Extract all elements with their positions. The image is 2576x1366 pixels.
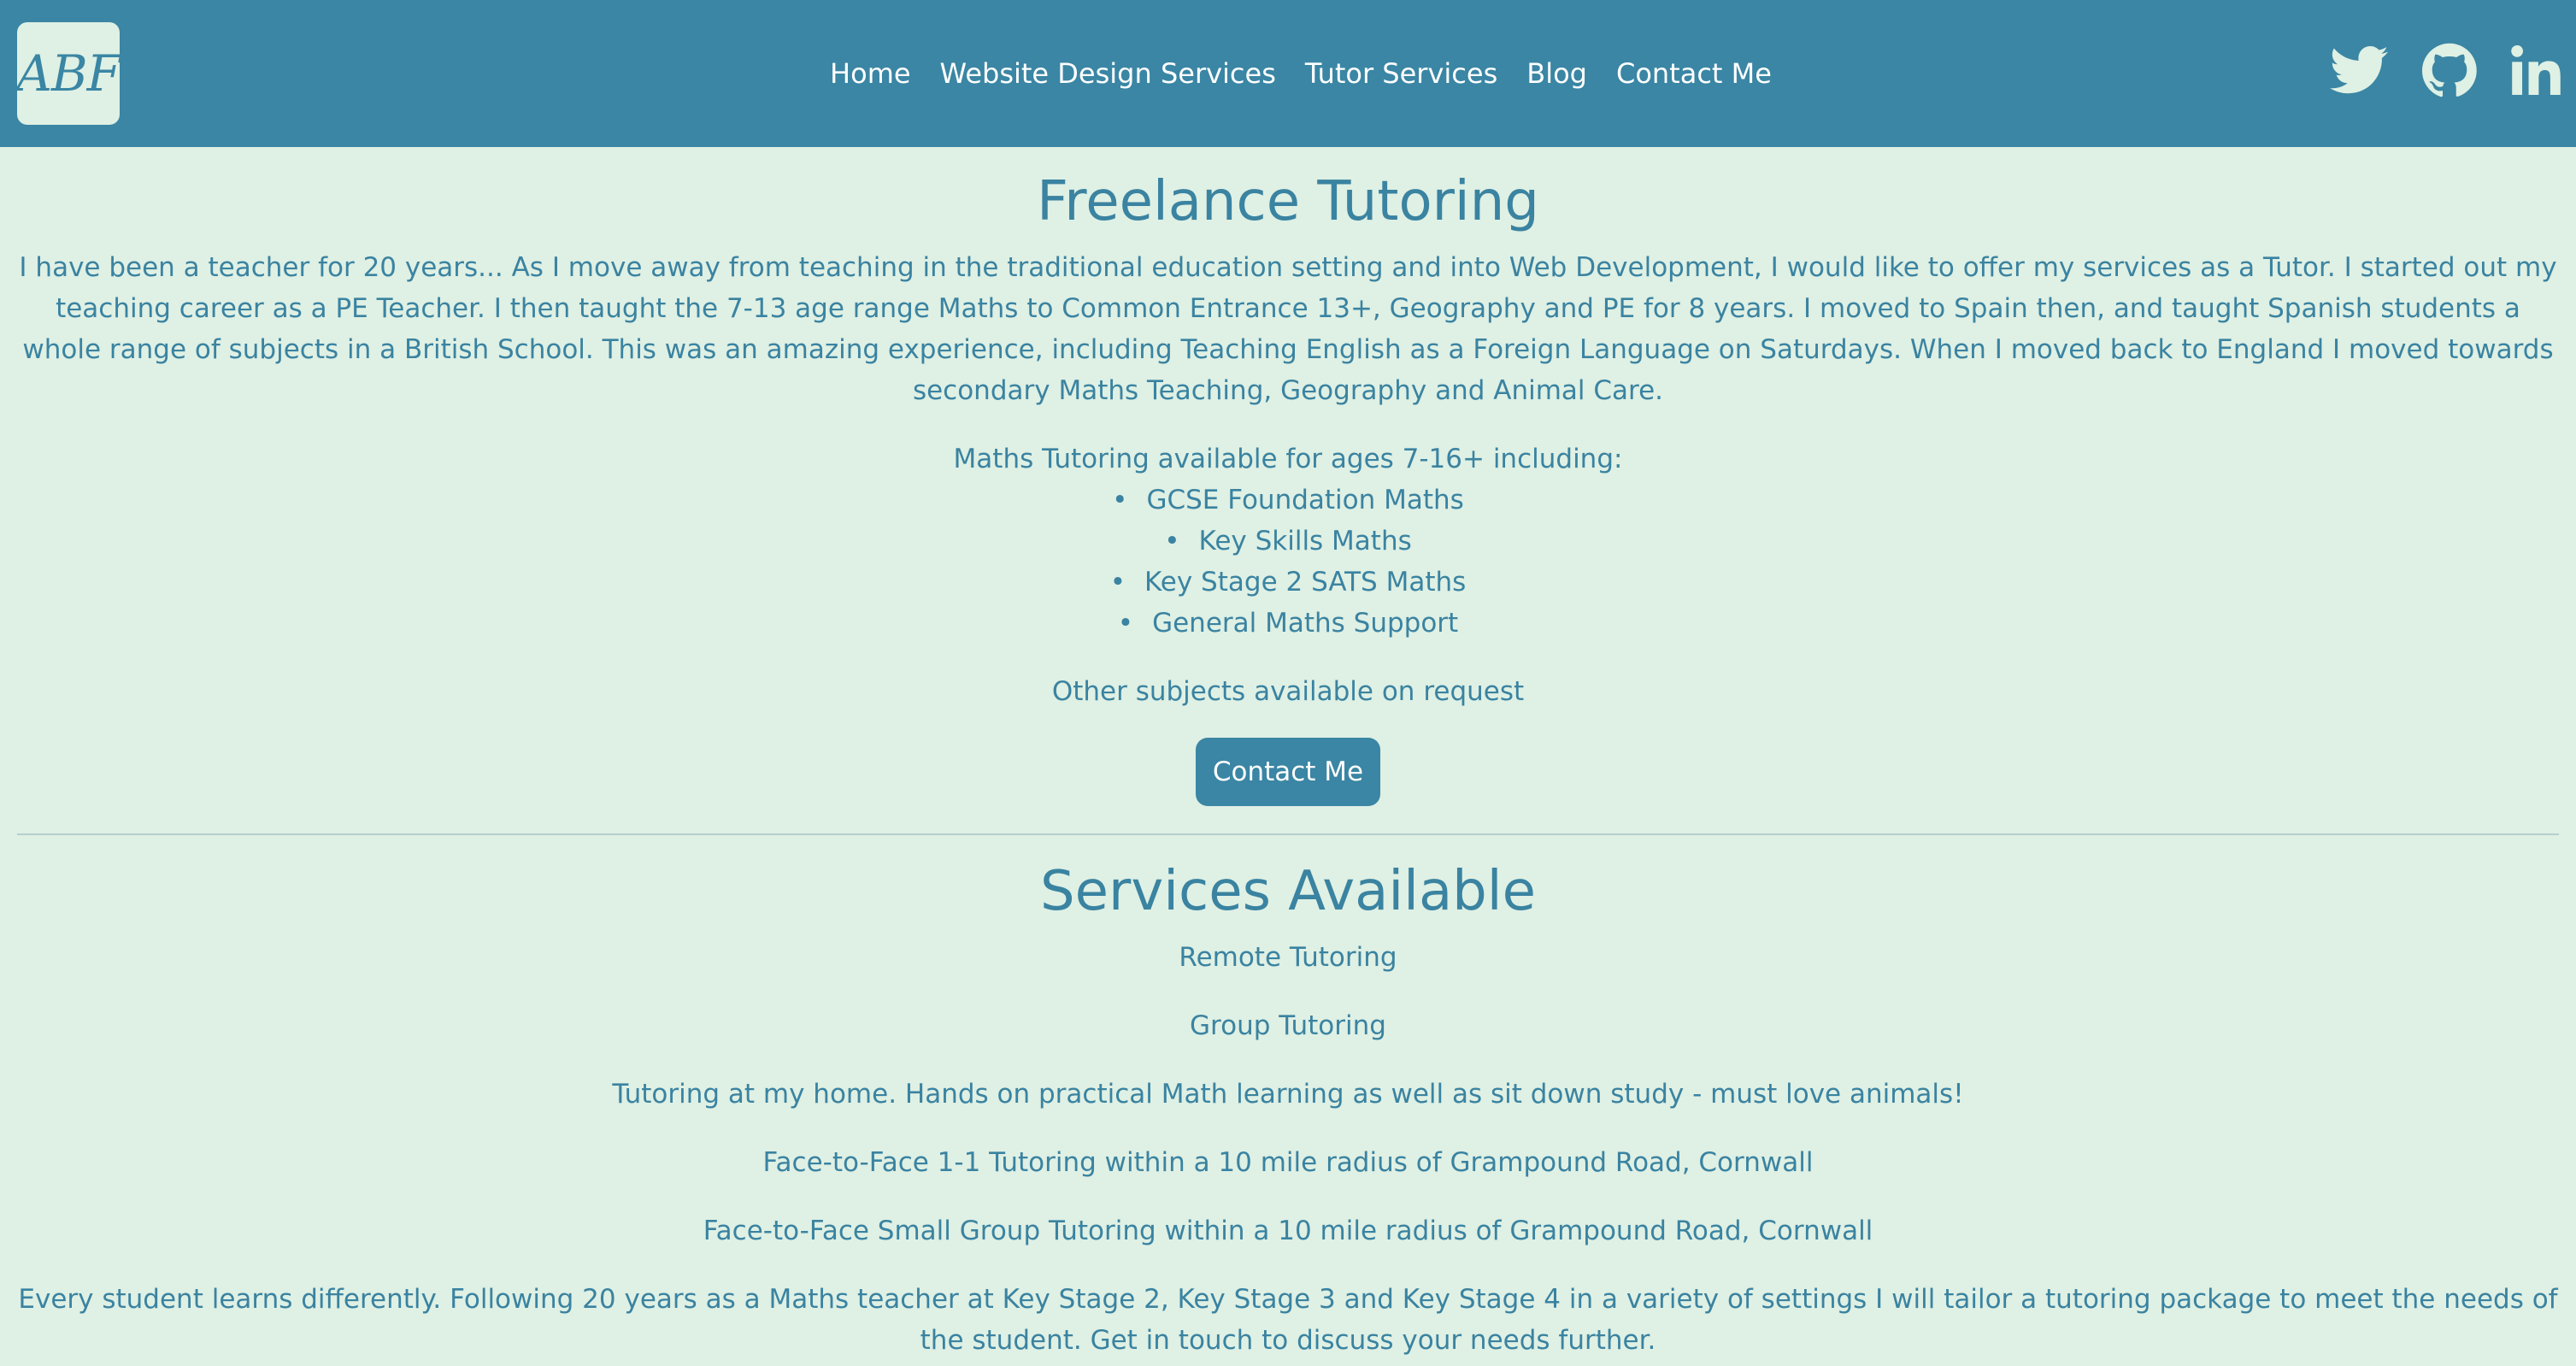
service-item-small-group: Face-to-Face Small Group Tutoring within…	[703, 1215, 1873, 1246]
list-item: • Key Stage 2 SATS Maths	[1109, 566, 1467, 598]
maths-list: • GCSE Foundation Maths • Key Skills Maths…	[17, 480, 2559, 644]
list-item: • General Maths Support	[1117, 607, 1459, 639]
twitter-icon[interactable]	[2330, 45, 2388, 95]
maths-heading: Maths Tutoring available for ages 7-16+ …	[953, 443, 1623, 474]
contact-me-button[interactable]: Contact Me	[1195, 737, 1381, 806]
nav-link-website-design-services[interactable]: Website Design Services	[940, 57, 1276, 90]
service-item-one-to-one: Face-to-Face 1-1 Tutoring within a 10 mi…	[762, 1146, 1814, 1178]
other-subjects-text: Other subjects available on request	[1051, 675, 1525, 707]
linkedin-icon[interactable]	[2511, 45, 2561, 95]
services-summary: Every student learns differently. Follow…	[18, 1283, 2558, 1356]
nav-link-blog[interactable]: Blog	[1526, 57, 1587, 90]
social-links	[2330, 43, 2561, 97]
page-title: Freelance Tutoring	[1037, 170, 1539, 233]
list-item: • GCSE Foundation Maths	[1112, 484, 1464, 515]
nav-link-tutor-services[interactable]: Tutor Services	[1305, 57, 1497, 90]
navbar: ABF Home Website Design Services Tutor S…	[0, 0, 2576, 147]
intro-paragraph: I have been a teacher for 20 years... As…	[19, 251, 2557, 406]
service-item-home: Tutoring at my home. Hands on practical …	[612, 1078, 1964, 1110]
nav-menu: Home Website Design Services Tutor Servi…	[0, 0, 2576, 147]
service-item-group: Group Tutoring	[1190, 1010, 1386, 1041]
services-title: Services Available	[1040, 859, 1536, 923]
github-icon[interactable]	[2422, 43, 2477, 97]
main-content: Freelance Tutoring I have been a teacher…	[17, 147, 2559, 1366]
list-item: • Key Skills Maths	[1164, 525, 1412, 556]
nav-link-contact-me[interactable]: Contact Me	[1616, 57, 1772, 90]
section-divider	[17, 833, 2559, 835]
service-item-remote: Remote Tutoring	[1179, 941, 1397, 973]
tutoring-section: Freelance Tutoring I have been a teacher…	[17, 169, 2559, 806]
services-section: Services Available Remote Tutoring Group…	[17, 859, 2559, 1361]
maths-tutoring-block: Maths Tutoring available for ages 7-16+ …	[17, 439, 2559, 644]
nav-link-home[interactable]: Home	[830, 57, 911, 90]
